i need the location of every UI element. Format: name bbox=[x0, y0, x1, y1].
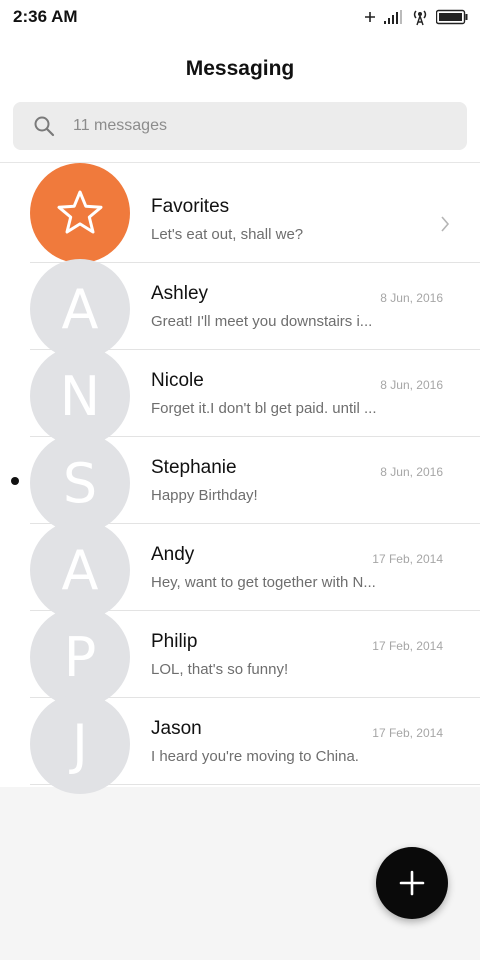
conversation-preview: Let's eat out, shall we? bbox=[151, 226, 304, 243]
avatar-favorites[interactable] bbox=[30, 163, 130, 263]
conversation-preview: I heard you're moving to China. bbox=[151, 748, 359, 765]
avatar[interactable]: P bbox=[30, 607, 130, 707]
conversation-preview: LOL, that's so funny! bbox=[151, 661, 289, 678]
conversation-name: Stephanie bbox=[151, 457, 237, 478]
battery-icon bbox=[436, 9, 468, 25]
conversation-preview: Great! I'll meet you downstairs i... bbox=[151, 313, 373, 330]
chevron-right-icon bbox=[441, 216, 450, 232]
conversation-date: 8 Jun, 2016 bbox=[380, 465, 443, 479]
conversation-name: Favorites bbox=[151, 196, 230, 217]
plus-icon bbox=[365, 12, 375, 22]
header: Messaging 11 messages bbox=[0, 36, 480, 162]
unread-indicator bbox=[11, 477, 19, 485]
conversation-name: Ashley bbox=[151, 283, 209, 304]
conversation-name: Jason bbox=[151, 718, 202, 739]
search-bar[interactable]: 11 messages bbox=[13, 102, 467, 150]
avatar[interactable]: N bbox=[30, 346, 130, 446]
conversation-date: 17 Feb, 2014 bbox=[372, 726, 443, 740]
search-placeholder: 11 messages bbox=[73, 117, 167, 134]
conversation-name: Nicole bbox=[151, 370, 204, 391]
conversation-date: 17 Feb, 2014 bbox=[372, 639, 443, 653]
avatar[interactable]: A bbox=[30, 259, 130, 359]
conversation-date: 8 Jun, 2016 bbox=[380, 378, 443, 392]
conversation-preview: Happy Birthday! bbox=[151, 487, 258, 504]
conversation-date: 17 Feb, 2014 bbox=[372, 552, 443, 566]
signal-bars-icon bbox=[384, 10, 402, 24]
star-icon bbox=[57, 190, 103, 234]
status-icons bbox=[364, 8, 468, 26]
conversation-preview: Forget it.I don't bl get paid. until ... bbox=[151, 400, 377, 417]
hotspot-icon bbox=[413, 10, 427, 26]
plus-icon bbox=[399, 870, 425, 896]
conversation-name: Philip bbox=[151, 631, 198, 652]
conversation-name: Andy bbox=[151, 544, 195, 565]
avatar[interactable]: J bbox=[30, 694, 130, 794]
page-title: Messaging bbox=[185, 57, 295, 80]
status-bar: 2:36 AM bbox=[0, 0, 480, 36]
search-icon bbox=[34, 116, 55, 137]
new-message-button[interactable] bbox=[376, 847, 448, 919]
conversation-preview: Hey, want to get together with N... bbox=[151, 574, 376, 591]
status-time: 2:36 AM bbox=[13, 7, 78, 26]
avatar[interactable]: A bbox=[30, 520, 130, 620]
conversation-date: 8 Jun, 2016 bbox=[380, 291, 443, 305]
avatar[interactable]: S bbox=[30, 433, 130, 533]
